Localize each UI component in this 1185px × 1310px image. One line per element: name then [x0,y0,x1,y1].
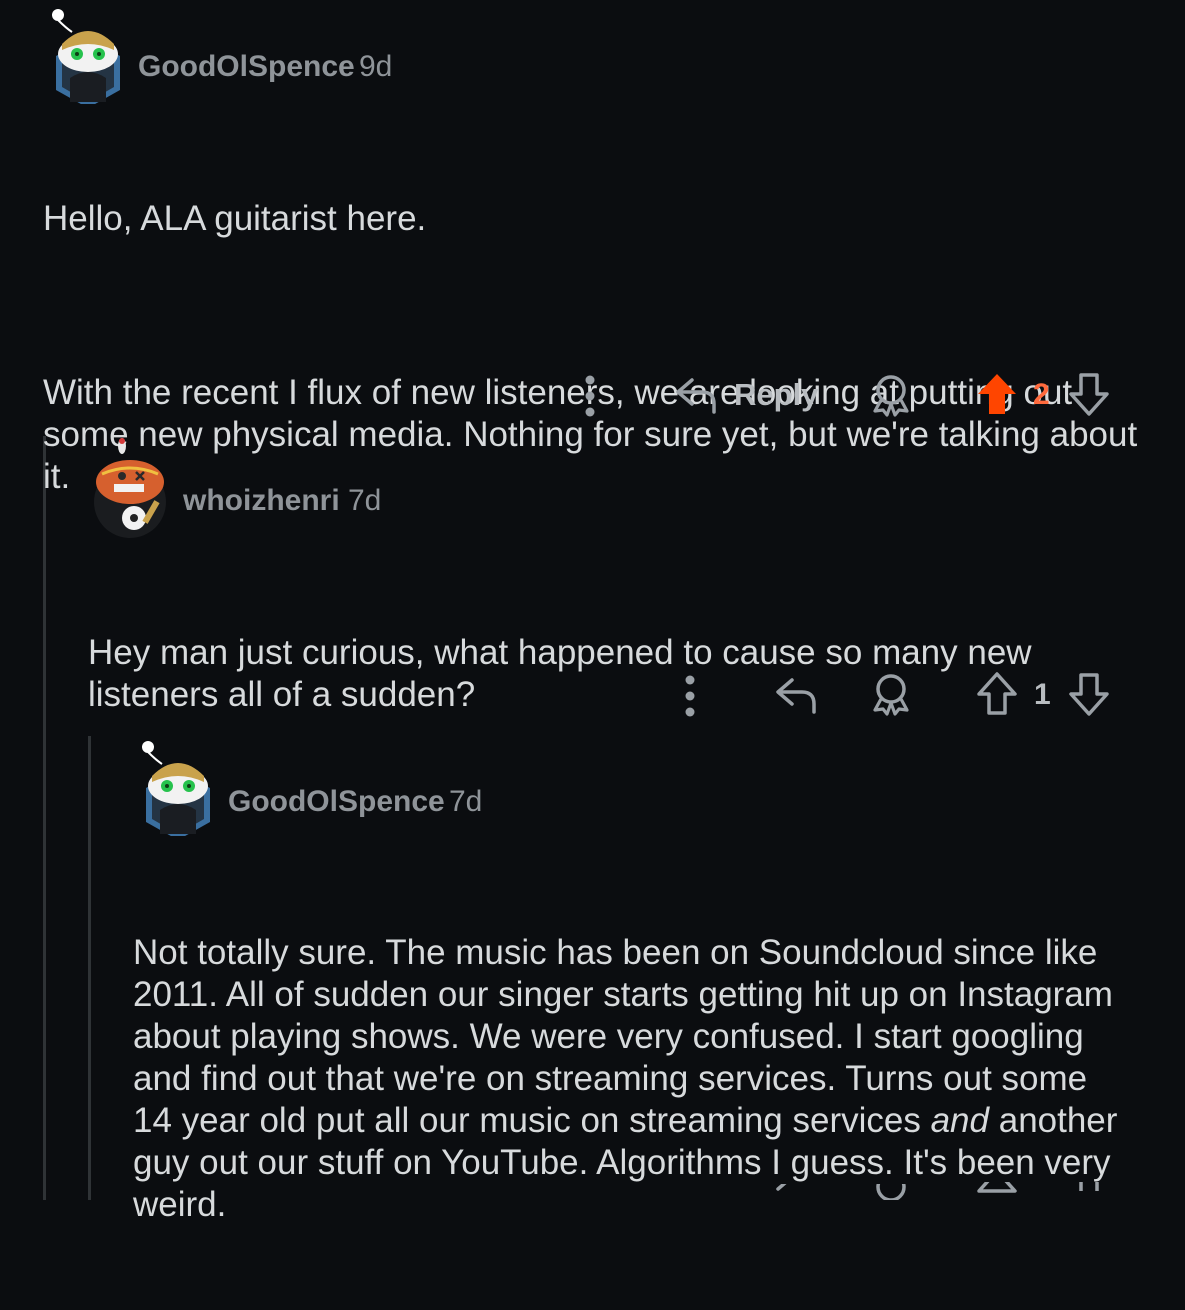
vote-count: 1 [1034,678,1051,711]
award-icon [876,1184,906,1200]
avatar-whoizhenri[interactable] [92,436,166,538]
italic-emphasis: and [930,1101,989,1140]
downvote-icon [1069,673,1109,716]
comment-author[interactable]: GoodOlSpence [228,785,445,819]
reply-button[interactable]: Reply [674,374,818,416]
comment-age: 7d [449,785,483,818]
vote-count: 2 [1033,378,1050,411]
upvote-button[interactable] [976,372,1018,416]
avatar-goodolspence[interactable] [138,740,218,840]
comment-age: 7d [348,484,382,517]
avatar-goodolspence[interactable] [48,8,128,108]
comment-author[interactable]: whoizhenri [183,484,340,518]
comment-author[interactable]: GoodOlSpence [138,50,355,84]
award-button[interactable] [870,1184,912,1200]
more-vertical-icon [678,1186,702,1200]
downvote-button[interactable] [1068,672,1110,716]
downvote-button[interactable] [1068,1182,1110,1200]
reply-button[interactable] [774,1184,818,1200]
comment-age: 9d [359,50,393,83]
reply-arrow-icon [776,1184,787,1191]
more-vertical-icon [585,375,595,417]
upvote-icon [977,1182,1017,1193]
downvote-button[interactable] [1068,372,1110,416]
comment-body: Not totally sure. The music has been on … [133,848,1133,1310]
more-options-button[interactable] [678,1186,702,1200]
award-button[interactable] [870,373,912,417]
reply-label: Reply [734,377,819,412]
reply-arrow-icon [676,378,716,414]
comment-body: Hey man just curious, what happened to c… [88,548,1108,800]
more-options-button[interactable] [678,674,702,718]
thread-line-level-2[interactable] [88,736,91,1200]
more-options-button[interactable] [578,374,602,418]
upvote-button[interactable] [976,1182,1018,1200]
upvote-filled-icon [978,374,1016,414]
reply-button[interactable] [774,674,818,716]
more-vertical-icon [685,675,695,717]
comment-paragraph: Hello, ALA guitarist here. [43,199,427,238]
award-button[interactable] [870,672,912,716]
award-icon [873,375,909,417]
upvote-icon [977,672,1017,715]
comment-paragraph: Hey man just curious, what happened to c… [88,633,1042,714]
reply-arrow-icon [776,678,816,714]
upvote-button[interactable] [976,672,1018,716]
downvote-icon [1069,373,1109,416]
downvote-icon [1079,1182,1099,1191]
award-icon [873,674,909,716]
